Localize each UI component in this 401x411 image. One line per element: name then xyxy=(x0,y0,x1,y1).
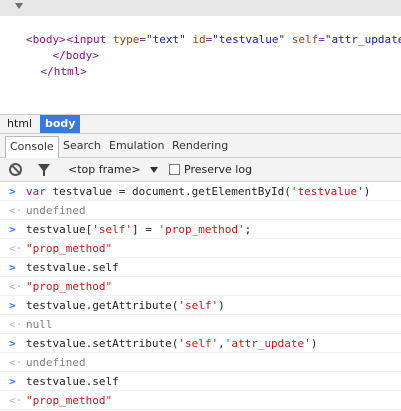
console-input-line: > testvalue.setAttribute('self','attr_up… xyxy=(0,334,401,353)
filter-icon[interactable] xyxy=(38,164,50,176)
result-value: undefined xyxy=(26,204,86,217)
code-string: 'testvalue' xyxy=(290,185,364,198)
tab-emulation[interactable]: Emulation xyxy=(105,136,169,157)
console-result-line: <· "prop_method" xyxy=(0,277,401,296)
code-string: 'self' xyxy=(178,299,219,312)
keyword-var: var xyxy=(26,185,46,198)
result-value: "prop_method" xyxy=(26,280,113,293)
code-text: ] = xyxy=(131,223,159,236)
attr-type-name: type xyxy=(112,33,140,46)
prompt-icon: > xyxy=(9,223,16,236)
dom-node-body[interactable]: <body> xyxy=(0,0,401,46)
console-input-line: > var testvalue = document.getElementByI… xyxy=(0,182,401,201)
console-result-line: <· "prop_method" xyxy=(0,391,401,410)
code-string: 'self' xyxy=(92,223,132,236)
code-text: ) xyxy=(218,299,225,312)
code-string: 'prop_method' xyxy=(158,223,245,236)
result-value: "prop_method" xyxy=(26,394,113,407)
return-arrow-icon: <· xyxy=(9,318,23,331)
result-value: null xyxy=(26,318,53,331)
code-text: testvalue.self xyxy=(26,375,119,388)
prompt-icon: > xyxy=(9,299,16,312)
preserve-log-checkbox[interactable] xyxy=(169,164,180,175)
console-input-line: > testvalue.self xyxy=(0,258,401,277)
prompt-icon: > xyxy=(9,261,16,274)
code-text: testvalue = document.getElementById( xyxy=(45,185,291,198)
console-output[interactable]: > var testvalue = document.getElementByI… xyxy=(0,182,401,411)
attr-id-name: id xyxy=(192,33,206,46)
return-arrow-icon: <· xyxy=(9,356,23,369)
frame-selector[interactable]: <top frame> xyxy=(68,163,141,177)
collapse-triangle-icon[interactable] xyxy=(15,3,23,9)
html-close-tag: </html> xyxy=(40,65,87,78)
clear-console-icon[interactable] xyxy=(9,163,22,176)
return-arrow-icon: <· xyxy=(9,242,23,255)
preserve-log-label: Preserve log xyxy=(184,163,253,176)
return-arrow-icon: <· xyxy=(9,280,23,293)
console-result-line: <· null xyxy=(0,315,401,334)
code-text: testvalue[ xyxy=(26,223,93,236)
dom-node-input[interactable]: <input type="text" id="testvalue" self="… xyxy=(40,16,401,46)
attr-type-value: "text" xyxy=(146,33,186,46)
code-text: testvalue.setAttribute( xyxy=(26,337,179,350)
console-result-line: <· "prop_method" xyxy=(0,239,401,258)
code-text: ; xyxy=(244,223,252,236)
code-text: ) xyxy=(310,337,318,350)
prompt-icon: > xyxy=(9,185,16,198)
return-arrow-icon: <· xyxy=(9,394,23,407)
tab-search[interactable]: Search xyxy=(59,136,105,157)
chevron-down-icon[interactable] xyxy=(150,167,158,173)
console-input-line: > testvalue['self'] = 'prop_method'; xyxy=(0,220,401,239)
code-text: testvalue.self xyxy=(26,261,119,274)
console-toolbar: <top frame> Preserve log xyxy=(0,158,401,182)
attr-self-value: "attr_update" xyxy=(324,33,401,46)
prompt-icon: > xyxy=(9,337,16,350)
code-string: 'self' xyxy=(178,337,219,350)
drawer-tab-bar: Console Search Emulation Rendering xyxy=(0,134,401,158)
attr-self-name: self xyxy=(291,33,319,46)
result-value: undefined xyxy=(26,356,86,369)
console-result-line: <· undefined xyxy=(0,353,401,372)
tab-rendering[interactable]: Rendering xyxy=(168,136,232,157)
code-string: 'attr_update' xyxy=(224,337,311,350)
code-text: ) xyxy=(363,185,371,198)
breadcrumb-body[interactable]: body xyxy=(40,115,81,133)
return-arrow-icon: <· xyxy=(9,204,23,217)
dom-node-html-close[interactable]: </html> xyxy=(14,48,87,78)
result-value: "prop_method" xyxy=(26,242,113,255)
prompt-icon: > xyxy=(9,375,16,388)
code-text: , xyxy=(218,337,225,350)
dom-node-body-close[interactable]: </body> xyxy=(26,32,99,62)
elements-panel: <body> <input type="text" id="testvalue"… xyxy=(0,0,401,114)
code-text: testvalue.getAttribute( xyxy=(26,299,179,312)
console-input-line: > testvalue.self xyxy=(0,372,401,391)
attr-id-value: "testvalue" xyxy=(212,33,286,46)
console-result-line: <· undefined xyxy=(0,201,401,220)
breadcrumb-html[interactable]: html xyxy=(2,115,37,133)
tab-console[interactable]: Console xyxy=(5,136,59,158)
console-input-line: > testvalue.getAttribute('self') xyxy=(0,296,401,315)
breadcrumb: html body xyxy=(0,114,401,134)
